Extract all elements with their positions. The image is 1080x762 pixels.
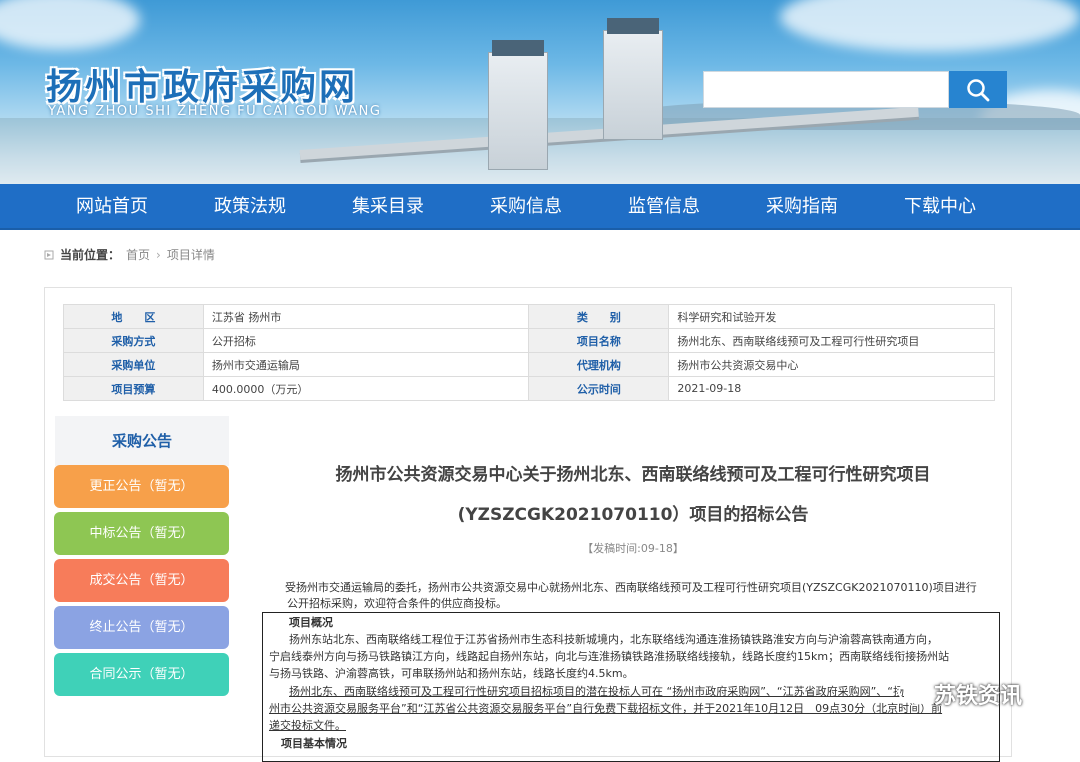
breadcrumb-label: 当前位置： — [60, 248, 121, 262]
nav-catalog[interactable]: 集采目录 — [328, 184, 448, 230]
nav-procurement-info[interactable]: 采购信息 — [466, 184, 586, 230]
table-row: 采购单位 扬州市交通运输局 代理机构 扬州市公共资源交易中心 — [63, 352, 995, 377]
watermark-text: 苏铁资讯 — [934, 684, 1023, 709]
nav-policy[interactable]: 政策法规 — [190, 184, 310, 230]
info-key: 采购方式 — [63, 328, 204, 353]
sidebar-item-award[interactable]: 中标公告（暂无） — [54, 512, 229, 555]
sidebar-heading: 采购公告 — [55, 416, 229, 466]
cloud-decoration — [780, 0, 1080, 52]
main-nav: 网站首页 政策法规 集采目录 采购信息 监管信息 采购指南 下载中心 — [0, 184, 1080, 230]
sidebar-item-contract[interactable]: 合同公示（暂无） — [54, 653, 229, 696]
article-title-line1: 扬州市公共资源交易中心关于扬州北东、西南联络线预可及工程可行性研究项目 — [335, 465, 931, 485]
table-row: 项目预算 400.0000（万元） 公示时间 2021-09-18 — [63, 376, 995, 401]
breadcrumb: 当前位置： 首页 › 项目详情 — [44, 246, 215, 263]
nav-download[interactable]: 下载中心 — [880, 184, 1000, 230]
bridge-tower-roof — [492, 40, 544, 56]
bridge-tower-roof — [607, 18, 659, 34]
info-value: 400.0000（万元） — [202, 376, 530, 401]
info-value: 公开招标 — [202, 328, 530, 353]
notice-line: 扬州北东、西南联络线预可及工程可行性研究项目招标项目的潜在投标人可在 “扬州市政… — [289, 685, 904, 698]
info-key: 代理机构 — [528, 352, 670, 377]
project-info-table: 地 区 江苏省 扬州市 类 别 科学研究和试验开发 采购方式 公开招标 项目名称… — [63, 304, 995, 401]
section-title: 项目概况 — [289, 616, 333, 629]
info-value: 扬州市交通运输局 — [202, 352, 530, 377]
sidebar-item-deal[interactable]: 成交公告（暂无） — [54, 559, 229, 602]
nav-supervision[interactable]: 监管信息 — [604, 184, 724, 230]
wechat-icon — [898, 683, 927, 705]
header-banner: 扬州市政府采购网 YANG ZHOU SHI ZHENG FU CAI GOU … — [0, 0, 1080, 184]
wechat-watermark: 苏铁资讯 — [898, 678, 1022, 710]
breadcrumb-home[interactable]: 首页 — [126, 246, 150, 263]
notice-line: 递交投标文件。 — [269, 719, 346, 732]
table-row: 地 区 江苏省 扬州市 类 别 科学研究和试验开发 — [63, 304, 995, 329]
section-title: 项目基本情况 — [281, 737, 347, 750]
info-key: 采购单位 — [63, 352, 204, 377]
nav-home[interactable]: 网站首页 — [52, 184, 172, 230]
overview-line: 宁启线泰州方向与扬马铁路镇江方向，线路起自扬州东站，向北与连淮扬镇铁路淮扬联络线… — [269, 650, 950, 663]
notice-line: 州市公共资源交易服务平台”和“江苏省公共资源交易服务平台”自行免费下载招标文件，… — [269, 702, 943, 715]
cloud-decoration — [0, 0, 140, 50]
overview-line: 与扬马铁路、沪渝蓉高铁，可串联扬州站和扬州东站，线路长度约4.5km。 — [269, 667, 634, 680]
site-title: 扬州市政府采购网 — [46, 67, 359, 108]
content-panel: 地 区 江苏省 扬州市 类 别 科学研究和试验开发 采购方式 公开招标 项目名称… — [44, 287, 1012, 762]
info-key: 类 别 — [528, 304, 670, 329]
info-value: 2021-09-18 — [668, 376, 995, 401]
info-value: 扬州市公共资源交易中心 — [668, 352, 995, 377]
breadcrumb-current: 项目详情 — [166, 248, 215, 262]
info-value: 科学研究和试验开发 — [668, 304, 995, 329]
search-input[interactable] — [703, 71, 949, 108]
location-icon — [44, 250, 54, 259]
chevron-right-icon: › — [156, 247, 161, 262]
publish-time: 【发稿时间:09-18】 — [582, 542, 684, 555]
search-icon — [967, 78, 990, 101]
search-button[interactable] — [949, 71, 1007, 108]
info-key: 项目预算 — [63, 376, 204, 401]
intro-line: 受扬州市交通运输局的委托，扬州市公共资源交易中心就扬州北东、西南联络线预可及工程… — [285, 581, 977, 594]
overview-line: 扬州东站北东、西南联络线工程位于江苏省扬州市生态科技新城境内，北东联络线沟通连淮… — [289, 633, 938, 646]
site-subtitle: YANG ZHOU SHI ZHENG FU CAI GOU WANG — [48, 104, 382, 119]
info-key: 地 区 — [63, 304, 204, 329]
intro-line: 公开招标采购，欢迎符合条件的供应商投标。 — [287, 597, 507, 610]
sidebar-item-termination[interactable]: 终止公告（暂无） — [54, 606, 229, 649]
sidebar-item-correction[interactable]: 更正公告（暂无） — [54, 465, 229, 508]
article-title-line2: (YZSZCGK2021070110）项目的招标公告 — [457, 505, 809, 525]
info-key: 公示时间 — [528, 376, 670, 401]
info-value: 江苏省 扬州市 — [202, 304, 530, 329]
bridge-tower-right — [603, 30, 663, 140]
nav-guide[interactable]: 采购指南 — [742, 184, 862, 230]
info-value: 扬州北东、西南联络线预可及工程可行性研究项目 — [668, 328, 995, 353]
info-key: 项目名称 — [528, 328, 670, 353]
bridge-tower-left — [488, 52, 548, 170]
table-row: 采购方式 公开招标 项目名称 扬州北东、西南联络线预可及工程可行性研究项目 — [63, 328, 995, 353]
